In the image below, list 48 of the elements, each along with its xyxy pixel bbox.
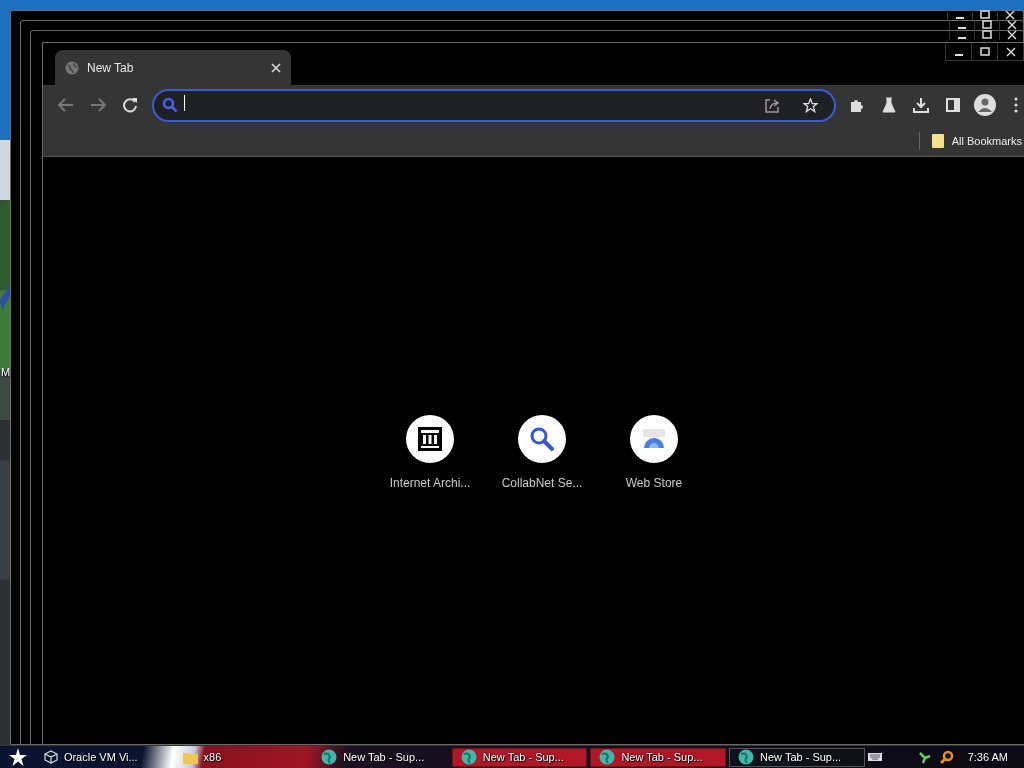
menu-icon xyxy=(1014,97,1018,113)
star-icon xyxy=(8,748,27,766)
globe-icon xyxy=(460,749,477,765)
cube-icon xyxy=(43,750,58,764)
taskbar-button[interactable]: New Tab - Sup... xyxy=(451,747,588,767)
avatar-icon xyxy=(974,94,996,116)
taskbar-button[interactable]: x86 xyxy=(174,747,311,767)
maximize-icon[interactable] xyxy=(979,46,990,57)
close-icon[interactable] xyxy=(1007,30,1017,40)
star-icon[interactable] xyxy=(802,97,818,113)
shortcut-label[interactable]: CollabNet Se... xyxy=(501,476,583,490)
globe-icon xyxy=(599,749,616,765)
globe-icon xyxy=(65,60,79,75)
taskbar-button[interactable]: New Tab - Sup... xyxy=(313,747,449,767)
shortcut-label[interactable]: Web Store xyxy=(625,476,683,490)
search-icon[interactable] xyxy=(939,750,954,764)
browser-tab[interactable]: New Tab xyxy=(55,50,291,85)
close-icon[interactable] xyxy=(1005,10,1015,20)
shortcut-label[interactable]: Internet Archi... xyxy=(389,476,471,490)
keyboard-icon[interactable] xyxy=(867,753,882,761)
search-icon xyxy=(162,97,178,113)
close-icon[interactable] xyxy=(1005,46,1016,57)
close-icon[interactable] xyxy=(271,62,281,73)
forward-arrow-icon xyxy=(90,98,106,112)
taskbar-button[interactable]: Oracle VM Vi... xyxy=(35,747,172,767)
side-panel-icon xyxy=(946,98,960,112)
flask-icon xyxy=(882,97,896,113)
taskbar-button[interactable]: New Tab - Sup... xyxy=(729,747,865,767)
search-icon xyxy=(529,426,555,452)
taskbar-button[interactable]: New Tab - Sup... xyxy=(590,747,726,767)
bookmark-folder[interactable]: All Bookmarks xyxy=(931,133,1022,148)
building-icon xyxy=(418,427,442,451)
close-icon[interactable] xyxy=(1007,20,1017,30)
puzzle-icon xyxy=(849,97,865,113)
shortcut-tile[interactable] xyxy=(630,415,678,463)
download-icon xyxy=(913,97,929,113)
shortcut-tile[interactable] xyxy=(406,415,454,463)
clock: 7:36 AM xyxy=(967,751,1008,763)
globe-icon xyxy=(321,749,338,765)
reload-icon xyxy=(122,97,138,113)
folder-icon xyxy=(931,133,944,148)
back-arrow-icon xyxy=(58,98,74,112)
shortcut-tile[interactable] xyxy=(518,415,566,463)
share-icon[interactable] xyxy=(764,97,780,113)
desktop-icon-label[interactable]: M xyxy=(1,366,11,378)
folder-icon xyxy=(182,750,198,764)
globe-icon xyxy=(738,749,754,765)
network-icon[interactable] xyxy=(917,750,932,764)
